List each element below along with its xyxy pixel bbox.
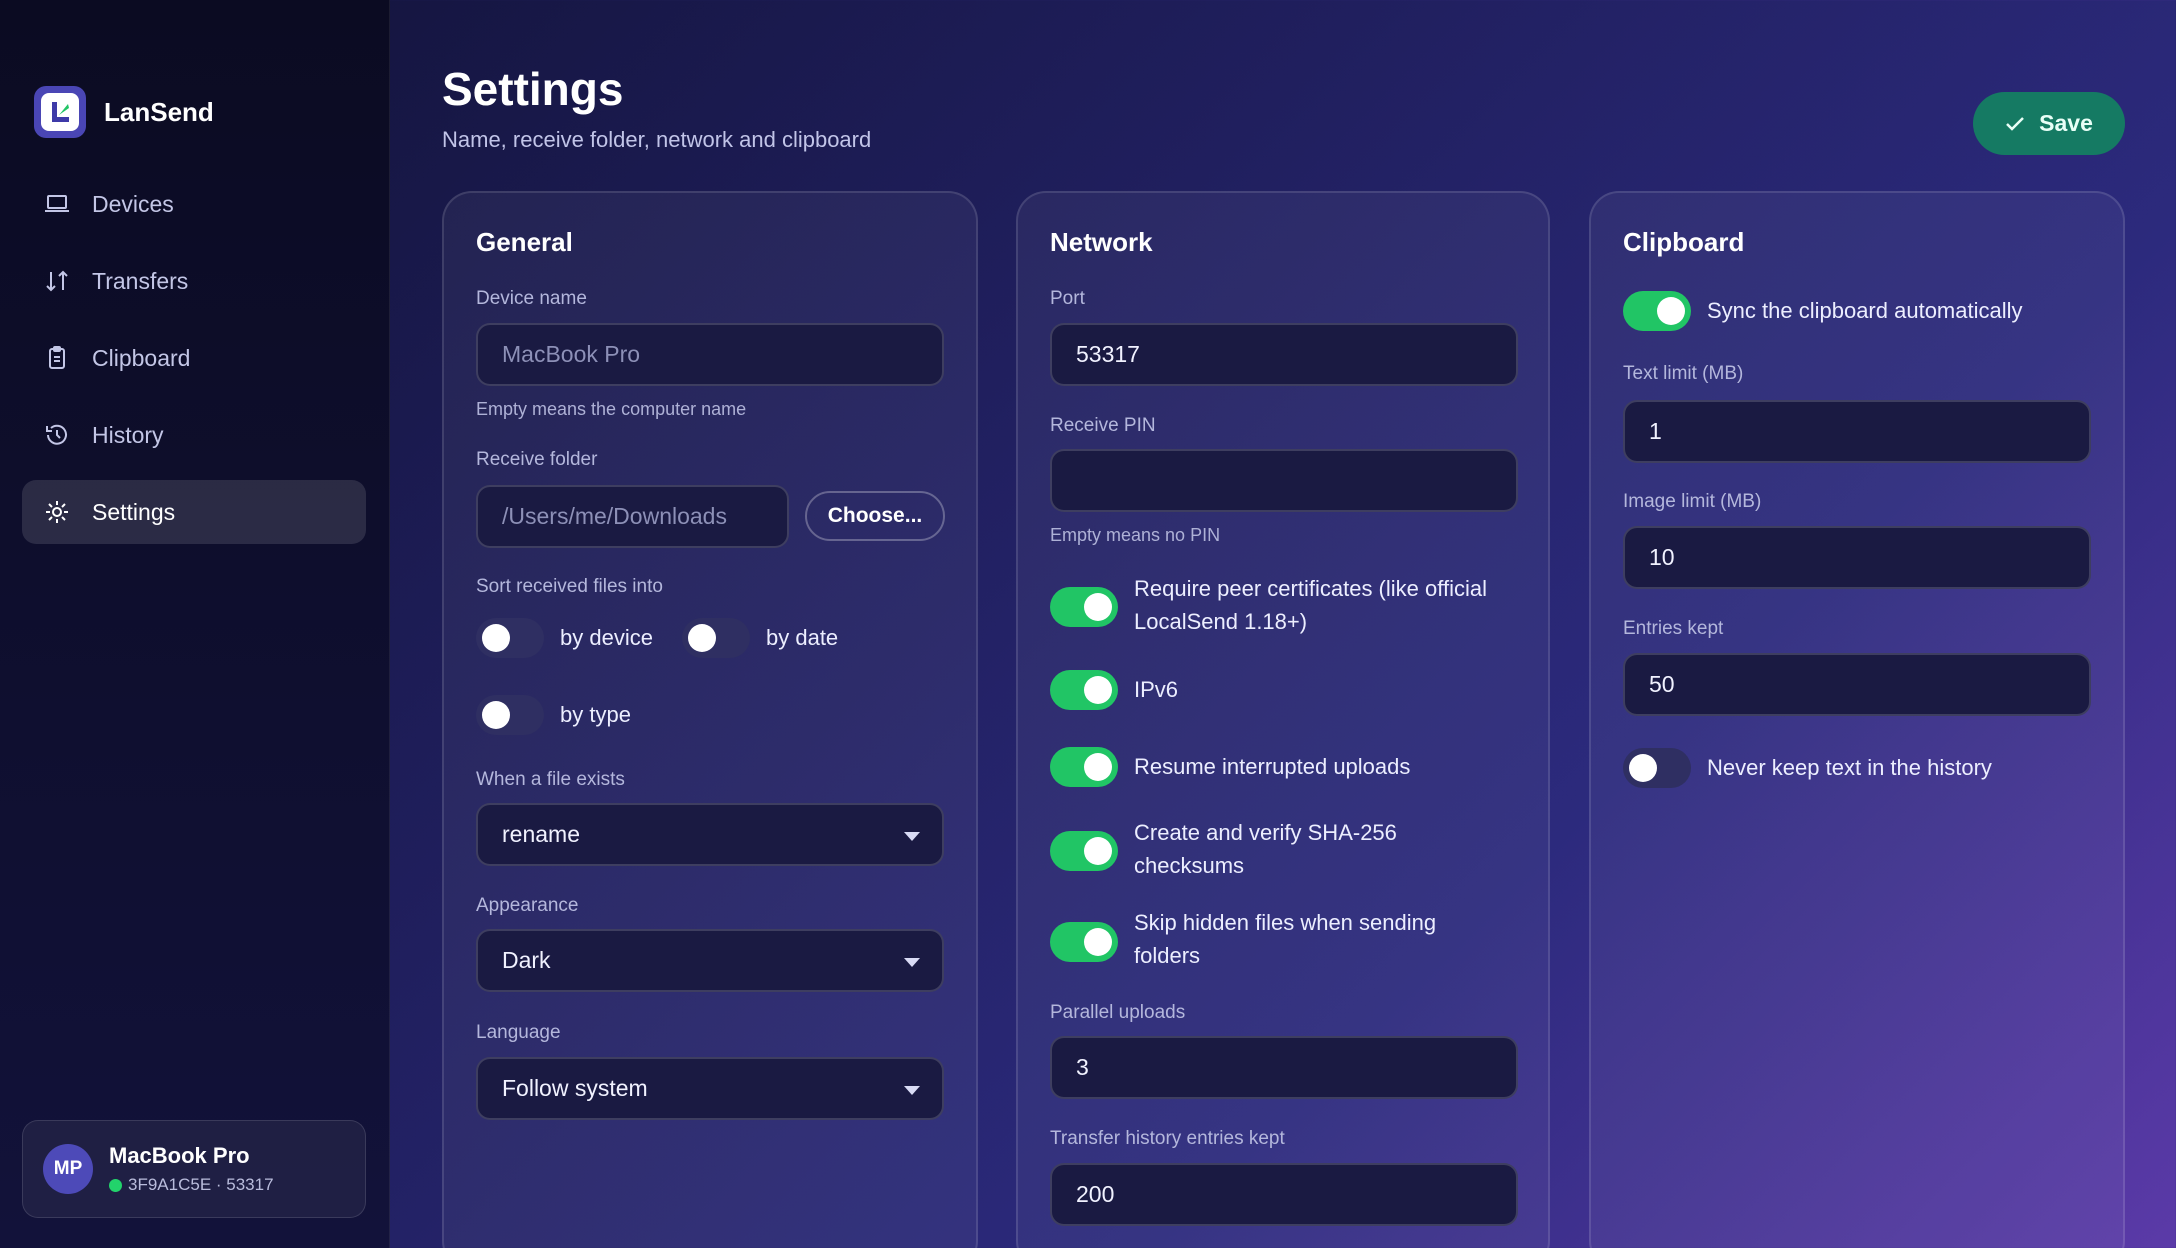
checksums-label: Create and verify SHA-256 checksums: [1134, 820, 1397, 878]
file-exists-value: rename: [502, 821, 580, 847]
general-title: General: [476, 227, 573, 257]
image-limit-input[interactable]: 10: [1623, 526, 2091, 589]
text-limit-input[interactable]: 1: [1623, 400, 2091, 463]
ipv6-label: IPv6: [1134, 677, 1179, 702]
check-icon: [2006, 116, 2025, 131]
sort-by-date-label: by date: [766, 625, 839, 650]
sidebar-item-settings[interactable]: Settings: [22, 480, 366, 544]
appearance-value: Dark: [502, 947, 551, 973]
chevron-down-icon: [904, 1086, 920, 1095]
sidebar-item-label: Devices: [92, 190, 174, 217]
current-device-card[interactable]: MP MacBook Pro 3F9A1C5E · 53317: [22, 1120, 366, 1218]
avatar: MP: [43, 1144, 93, 1194]
clipboard-icon: [44, 345, 70, 371]
device-name-label: Device name: [476, 288, 587, 309]
image-limit-label: Image limit (MB): [1623, 491, 1762, 512]
clipboard-sync-label: Sync the clipboard automatically: [1707, 298, 2023, 323]
appearance-select[interactable]: Dark: [476, 929, 944, 992]
sort-by-date-toggle[interactable]: [682, 618, 750, 658]
choose-folder-button[interactable]: Choose...: [805, 491, 945, 541]
network-title: Network: [1050, 227, 1153, 257]
clipboard-title: Clipboard: [1623, 227, 1745, 257]
chevron-down-icon: [904, 832, 920, 841]
brand: LanSend: [34, 86, 214, 138]
file-exists-select[interactable]: rename: [476, 803, 944, 866]
port-label: Port: [1050, 288, 1085, 309]
page-subtitle: Name, receive folder, network and clipbo…: [442, 127, 872, 152]
sidebar-item-label: Transfers: [92, 267, 189, 294]
parallel-uploads-input[interactable]: 3: [1050, 1036, 1518, 1099]
entries-kept-input[interactable]: 50: [1623, 653, 2091, 716]
laptop-icon: [44, 191, 70, 217]
file-exists-label: When a file exists: [476, 769, 625, 790]
transfer-arrows-icon: [44, 268, 70, 294]
device-name-hint: Empty means the computer name: [476, 399, 747, 419]
sidebar-item-label: Settings: [92, 498, 176, 525]
online-status-icon: [109, 1178, 122, 1192]
history-entries-input[interactable]: 200: [1050, 1163, 1518, 1226]
history-entries-label: Transfer history entries kept: [1050, 1128, 1285, 1149]
pin-input[interactable]: [1050, 449, 1518, 512]
never-keep-text-toggle[interactable]: [1623, 748, 1691, 788]
sidebar-item-history[interactable]: History: [22, 403, 366, 467]
port-input[interactable]: 53317: [1050, 323, 1518, 386]
language-value: Follow system: [502, 1075, 648, 1101]
pin-hint: Empty means no PIN: [1050, 525, 1221, 545]
language-select[interactable]: Follow system: [476, 1057, 944, 1120]
require-certs-toggle[interactable]: [1050, 587, 1118, 627]
sort-by-device-label: by device: [560, 625, 653, 650]
skip-hidden-toggle[interactable]: [1050, 922, 1118, 962]
save-label: Save: [2039, 110, 2093, 136]
require-certs-label: Require peer certificates (like official…: [1134, 576, 1487, 634]
text-limit-label: Text limit (MB): [1623, 363, 1744, 384]
device-name-input[interactable]: MacBook Pro: [476, 323, 944, 386]
sidebar-item-clipboard[interactable]: Clipboard: [22, 326, 366, 390]
device-name: MacBook Pro: [109, 1143, 250, 1168]
history-icon: [44, 422, 70, 448]
clipboard-card: Clipboard Sync the clipboard automatical…: [1589, 191, 2125, 1248]
sidebar-item-label: Clipboard: [92, 344, 191, 371]
ipv6-toggle[interactable]: [1050, 670, 1118, 710]
receive-folder-label: Receive folder: [476, 449, 598, 470]
skip-hidden-label: Skip hidden files when sending folders: [1134, 910, 1437, 968]
general-card: General Device name MacBook Pro Empty me…: [442, 191, 978, 1248]
language-label: Language: [476, 1022, 561, 1043]
appearance-label: Appearance: [476, 895, 579, 916]
entries-kept-label: Entries kept: [1623, 618, 1724, 639]
pin-label: Receive PIN: [1050, 415, 1156, 436]
sidebar: LanSend Devices Transfers Clipboard Hist…: [0, 0, 390, 1248]
sort-label: Sort received files into: [476, 576, 663, 597]
sidebar-item-transfers[interactable]: Transfers: [22, 249, 366, 313]
parallel-uploads-label: Parallel uploads: [1050, 1002, 1186, 1023]
app-name: LanSend: [104, 96, 214, 127]
save-button[interactable]: Save: [1973, 92, 2125, 155]
clipboard-sync-toggle[interactable]: [1623, 291, 1691, 331]
gear-icon: [44, 499, 70, 525]
never-keep-text-label: Never keep text in the history: [1707, 755, 1992, 780]
device-id: 3F9A1C5E · 53317: [128, 1175, 274, 1194]
checksums-toggle[interactable]: [1050, 831, 1118, 871]
sort-by-type-toggle[interactable]: [476, 695, 544, 735]
app-logo-icon: [34, 86, 86, 138]
resume-uploads-toggle[interactable]: [1050, 747, 1118, 787]
sort-by-device-toggle[interactable]: [476, 618, 544, 658]
sort-by-type-label: by type: [560, 702, 631, 727]
sidebar-item-label: History: [92, 421, 164, 448]
chevron-down-icon: [904, 958, 920, 967]
page-title: Settings: [442, 63, 624, 115]
receive-folder-input[interactable]: /Users/me/Downloads: [476, 485, 789, 548]
sidebar-item-devices[interactable]: Devices: [22, 172, 366, 236]
resume-uploads-label: Resume interrupted uploads: [1134, 754, 1411, 779]
sidebar-nav: Devices Transfers Clipboard History Sett…: [22, 172, 366, 557]
network-card: Network Port 53317 Receive PIN Empty mea…: [1016, 191, 1550, 1248]
